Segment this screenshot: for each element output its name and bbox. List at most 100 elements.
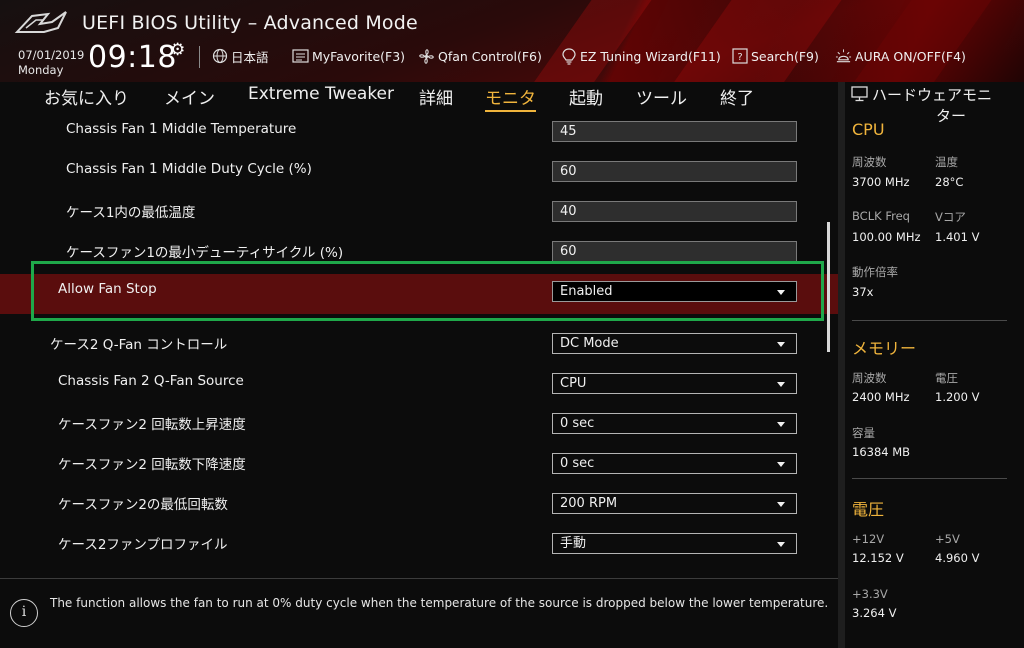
dropdown-value: 200 RPM (560, 496, 618, 511)
tab-extreme-tweaker[interactable]: Extreme Tweaker (248, 84, 394, 104)
setting-value-input[interactable]: 45 (552, 121, 797, 142)
v12-value: 12.152 V (852, 551, 904, 565)
mem-capacity-value: 16384 MB (852, 445, 911, 459)
clock-time: 09:18 (88, 40, 177, 75)
cpu-heading: CPU (852, 120, 885, 139)
mem-freq-value: 2400 MHz (852, 390, 910, 404)
dropdown-value: DC Mode (560, 336, 619, 351)
v33-label: +3.3V (852, 587, 888, 601)
aura-toggle-button[interactable]: AURA ON/OFF(F4) (835, 46, 966, 66)
ratio-label: 動作倍率 (852, 265, 898, 279)
setting-row-chassis-fan1-middle-duty[interactable]: Chassis Fan 1 Middle Duty Cycle (%) 60 (0, 154, 838, 194)
globe-icon (211, 48, 228, 65)
setting-row-case1-min-temp[interactable]: ケース1内の最低温度 40 (0, 194, 838, 234)
rog-logo-icon (14, 11, 67, 33)
cpu-temp-value: 28°C (935, 175, 964, 189)
setting-row-chassis-fan2-qfan-source[interactable]: Chassis Fan 2 Q-Fan Source CPU (0, 364, 838, 404)
header-divider (199, 46, 200, 68)
favorites-icon (292, 48, 309, 65)
mem-freq-label: 周波数 (852, 371, 887, 385)
aura-icon (835, 48, 852, 65)
cpu-freq-value: 3700 MHz (852, 175, 910, 189)
chevron-down-icon (777, 342, 785, 347)
cpu-freq-label: 周波数 (852, 155, 887, 169)
main-menu-tabs: お気に入り メイン Extreme Tweaker 詳細 モニタ 起動 ツール … (0, 82, 838, 114)
qfan-control-label: Qfan Control(F6) (438, 48, 542, 64)
mem-capacity-label: 容量 (852, 426, 875, 440)
help-description: The function allows the fan to run at 0%… (50, 596, 829, 610)
setting-label: ケース2 Q-Fan コントロール (50, 337, 228, 353)
qfan-control-button[interactable]: Qfan Control(F6) (418, 46, 542, 66)
chevron-down-icon (777, 462, 785, 467)
tab-boot[interactable]: 起動 (569, 84, 603, 109)
myfavorite-button[interactable]: MyFavorite(F3) (292, 46, 405, 66)
myfavorite-label: MyFavorite(F3) (312, 48, 406, 64)
setting-label: ケースファン1の最小デューティサイクル (%) (66, 245, 344, 261)
setting-label: Chassis Fan 1 Middle Duty Cycle (%) (66, 161, 312, 177)
setting-value-input[interactable]: 60 (552, 241, 797, 262)
hardware-monitor-panel: ハードウェアモニ ター CPU 周波数 温度 3700 MHz 28°C BCL… (845, 82, 1024, 648)
bclk-value: 100.00 MHz (852, 230, 921, 244)
help-bar: i The function allows the fan to run at … (0, 578, 838, 648)
search-icon: ? (731, 48, 748, 65)
setting-row-case-fan2-step-down[interactable]: ケースファン2 回転数下降速度 0 sec (0, 444, 838, 484)
tab-exit[interactable]: 終了 (720, 84, 754, 109)
vcore-label: Vコア (935, 210, 966, 224)
dropdown-value: 0 sec (560, 456, 595, 471)
vcore-value: 1.401 V (935, 230, 980, 244)
chassis-fan2-source-dropdown[interactable]: CPU (552, 373, 797, 394)
gear-icon[interactable]: ⚙ (170, 40, 185, 60)
case-fan2-step-down-dropdown[interactable]: 0 sec (552, 453, 797, 474)
tab-advanced[interactable]: 詳細 (419, 84, 453, 109)
setting-value-input[interactable]: 60 (552, 161, 797, 182)
cpu-temp-label: 温度 (935, 155, 958, 169)
setting-value-input[interactable]: 40 (552, 201, 797, 222)
setting-label: Chassis Fan 2 Q-Fan Source (58, 373, 244, 389)
ratio-value: 37x (852, 285, 874, 299)
memory-heading: メモリー (852, 339, 917, 358)
setting-row-case-fan2-step-up[interactable]: ケースファン2 回転数上昇速度 0 sec (0, 404, 838, 444)
chevron-down-icon (777, 502, 785, 507)
svg-text:?: ? (737, 52, 742, 63)
fan-icon (418, 48, 435, 65)
chevron-down-icon (777, 422, 785, 427)
dropdown-value: 手動 (560, 536, 587, 551)
setting-row-case-fan2-min-speed[interactable]: ケースファン2の最低回転数 200 RPM (0, 484, 838, 524)
language-button[interactable]: 日本語 (211, 46, 269, 66)
tab-monitor[interactable]: モニタ (485, 84, 536, 112)
case-fan2-step-up-dropdown[interactable]: 0 sec (552, 413, 797, 434)
search-button[interactable]: ? Search(F9) (731, 46, 819, 66)
highlight-box (31, 261, 824, 321)
mem-volt-label: 電圧 (935, 371, 958, 385)
setting-label: ケース1内の最低温度 (66, 205, 196, 221)
setting-row-case2-fan-profile[interactable]: ケース2ファンプロファイル 手動 (0, 524, 838, 564)
v33-value: 3.264 V (852, 606, 897, 620)
voltage-heading: 電圧 (852, 500, 885, 519)
app-title: UEFI BIOS Utility – Advanced Mode (82, 12, 418, 34)
tab-tool[interactable]: ツール (636, 84, 687, 109)
aura-toggle-label: AURA ON/OFF(F4) (855, 48, 966, 64)
tab-main[interactable]: メイン (164, 84, 215, 109)
setting-row-chassis-fan1-middle-temp[interactable]: Chassis Fan 1 Middle Temperature 45 (0, 114, 838, 154)
case2-fan-profile-dropdown[interactable]: 手動 (552, 533, 797, 554)
settings-scrollbar[interactable] (827, 222, 830, 352)
monitor-divider (852, 320, 1007, 321)
chevron-down-icon (777, 382, 785, 387)
setting-label: Chassis Fan 1 Middle Temperature (66, 121, 297, 137)
monitor-icon (851, 86, 868, 107)
v5-label: +5V (935, 532, 960, 546)
setting-label: ケースファン2の最低回転数 (58, 497, 228, 513)
case2-qfan-control-dropdown[interactable]: DC Mode (552, 333, 797, 354)
case-fan2-min-speed-dropdown[interactable]: 200 RPM (552, 493, 797, 514)
v5-value: 4.960 V (935, 551, 980, 565)
search-label: Search(F9) (751, 48, 819, 64)
bulb-icon (560, 47, 577, 65)
dropdown-value: CPU (560, 376, 587, 391)
monitor-divider (852, 478, 1007, 479)
date-display: 07/01/2019 Monday (18, 48, 84, 78)
dropdown-value: 0 sec (560, 416, 595, 431)
ez-tuning-wizard-button[interactable]: EZ Tuning Wizard(F11) (560, 46, 721, 66)
setting-row-case2-qfan-control[interactable]: ケース2 Q-Fan コントロール DC Mode (0, 324, 838, 364)
chevron-down-icon (777, 542, 785, 547)
tab-favorites[interactable]: お気に入り (44, 84, 129, 109)
